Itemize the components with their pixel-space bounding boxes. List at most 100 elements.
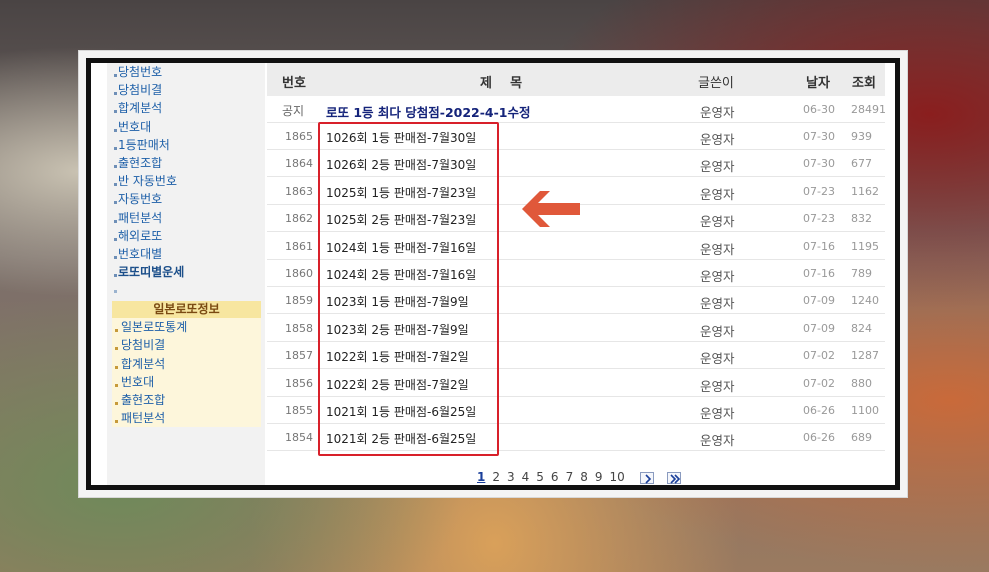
post-author: 운영자: [700, 214, 735, 230]
post-date: 07-09: [803, 294, 835, 308]
bullet-icon: [114, 290, 117, 294]
post-views: 1287: [851, 349, 879, 363]
col-num-header: 번호: [282, 76, 306, 91]
bullet-icon: [115, 365, 118, 369]
sidebar: 당첨번호 당첨비결 합계분석 번호대 1등판매처 출현조합 반 자동번호 자동번호 패턴분석 해외…: [107, 63, 265, 485]
post-number: 1854: [285, 431, 313, 445]
sidebar-item-label: 패턴분석: [118, 210, 163, 225]
page-link[interactable]: 4: [522, 470, 530, 484]
japan-sidebar-item[interactable]: 패턴분석: [112, 409, 261, 427]
japan-sidebar-item[interactable]: 번호대: [112, 373, 261, 391]
sidebar-item[interactable]: 번호대별: [107, 245, 265, 263]
sidebar-item-label: 패턴분석: [121, 411, 166, 426]
sidebar-item-label: 번호대별: [118, 246, 163, 261]
screenshot-frame: 당첨번호 당첨비결 합계분석 번호대 1등판매처 출현조합 반 자동번호 자동번호 패턴분석 해외…: [78, 50, 908, 498]
notice-views: 28491: [851, 103, 886, 116]
japan-sidebar-item[interactable]: 당첨비결: [112, 336, 261, 354]
post-number: 1863: [285, 184, 313, 198]
sidebar-item-label: 당첨비결: [121, 338, 166, 353]
post-date: 07-30: [803, 157, 835, 171]
post-author: 운영자: [700, 323, 735, 339]
sidebar-item-label: 번호대: [118, 119, 152, 134]
post-date: 07-02: [803, 349, 835, 363]
page-link[interactable]: 3: [507, 470, 515, 484]
post-number: 1859: [285, 294, 313, 308]
double-chevron-right-icon[interactable]: [667, 471, 682, 484]
post-views: 824: [851, 321, 872, 335]
sidebar-item-label: 합계분석: [118, 101, 163, 116]
bullet-icon: [115, 383, 118, 387]
post-number: 1861: [285, 239, 313, 253]
sidebar-item[interactable]: 당첨비결: [107, 81, 265, 99]
japan-sidebar-item[interactable]: 합계분석: [112, 355, 261, 373]
sidebar-item[interactable]: 자동번호: [107, 190, 265, 208]
arrow-left-icon: [522, 191, 580, 227]
sidebar-item[interactable]: 해외로또: [107, 227, 265, 245]
bullet-icon: [114, 146, 117, 150]
post-author: 운영자: [700, 378, 735, 394]
bullet-icon: [114, 255, 117, 259]
sidebar-item[interactable]: 출현조합: [107, 154, 265, 172]
post-number: 1857: [285, 349, 313, 363]
post-date: 07-09: [803, 321, 835, 335]
highlight-box: [318, 122, 499, 456]
sidebar-item-label: 번호대: [121, 374, 155, 389]
post-views: 1162: [851, 184, 879, 198]
pagination: 1 2 3 4 5 6 7 8 9 10: [477, 470, 687, 484]
notice-author: 운영자: [700, 105, 735, 120]
notice-row[interactable]: 공지 로또 1등 최다 당첨점-2022-4-1수정 운영자 06-30 284…: [267, 96, 886, 123]
page-link[interactable]: 10: [609, 470, 624, 484]
notice-title-link[interactable]: 로또 1등 최다 당첨점-2022-4-1수정: [326, 102, 531, 121]
bullet-icon: [115, 329, 118, 333]
page-link[interactable]: 7: [566, 470, 574, 484]
sidebar-item[interactable]: 반 자동번호: [107, 172, 265, 190]
japan-sidebar-item[interactable]: 일본로또통계: [112, 318, 261, 336]
bullet-icon: [114, 164, 117, 168]
bullet-icon: [114, 183, 117, 187]
sidebar-item-label: 로또띠별운세: [118, 265, 185, 280]
chevron-right-icon[interactable]: [639, 471, 654, 484]
col-author-header: 글쓴이: [698, 76, 734, 91]
post-author: 운영자: [700, 433, 735, 449]
post-views: 677: [851, 157, 872, 171]
sidebar-item[interactable]: 로또띠별운세: [107, 263, 265, 281]
sidebar-item[interactable]: 번호대: [107, 118, 265, 136]
sidebar-item[interactable]: 패턴분석: [107, 209, 265, 227]
lotto-board-page: 당첨번호 당첨비결 합계분석 번호대 1등판매처 출현조합 반 자동번호 자동번호 패턴분석 해외…: [91, 63, 895, 485]
post-number: 1858: [285, 321, 313, 335]
post-number: 1862: [285, 212, 313, 226]
page-link[interactable]: 9: [595, 470, 603, 484]
post-number: 1860: [285, 267, 313, 280]
sidebar-item-label: 당첨번호: [118, 65, 163, 79]
japan-sidebar-item[interactable]: 출현조합: [112, 391, 261, 409]
page-link[interactable]: 8: [580, 470, 588, 484]
post-date: 07-16: [803, 239, 835, 253]
post-number: 1855: [285, 404, 313, 417]
sidebar-item[interactable]: 합계분석: [107, 99, 265, 117]
post-date: 07-16: [803, 267, 835, 280]
bullet-icon: [115, 402, 118, 405]
post-date: 07-02: [803, 376, 835, 390]
post-views: 1240: [851, 294, 879, 308]
japan-lotto-menu: 일본로또통계당첨비결합계분석 번호대출현조합패턴분석: [112, 318, 261, 428]
page-link[interactable]: 1: [477, 470, 485, 484]
post-number: 1864: [285, 157, 313, 171]
sidebar-item[interactable]: 당첨번호: [107, 63, 265, 81]
page-link[interactable]: 6: [551, 470, 559, 484]
post-views: 1100: [851, 404, 879, 417]
post-views: 832: [851, 212, 872, 226]
sidebar-menu: 당첨번호당첨비결합계분석번호대 1등판매처 출현조합 반 자동번호자동번호패턴분석해외…: [107, 63, 265, 281]
bullet-icon: [114, 274, 117, 278]
post-views: 1195: [851, 239, 879, 253]
page-links: 1 2 3 4 5 6 7 8 9 10: [477, 470, 632, 484]
sidebar-item-label: 자동번호: [118, 192, 163, 207]
post-author: 운영자: [700, 351, 735, 367]
post-author: 운영자: [700, 296, 735, 312]
col-views-header: 조회: [852, 76, 876, 91]
bullet-icon: [114, 219, 117, 223]
post-author: 운영자: [700, 186, 735, 202]
sidebar-item[interactable]: 1등판매처: [107, 136, 265, 154]
page-link[interactable]: 2: [492, 470, 500, 484]
bullet-icon: [114, 237, 117, 241]
page-link[interactable]: 5: [536, 470, 544, 484]
